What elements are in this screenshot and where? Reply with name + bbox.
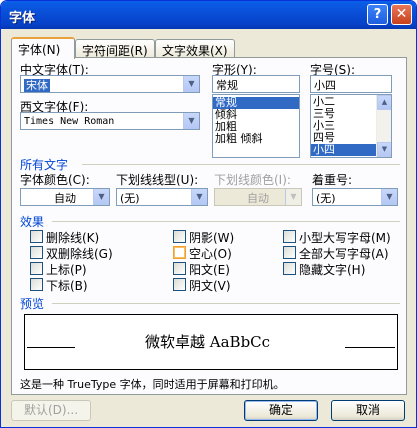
underline-style-label: 下划线线型(U): [116,173,199,187]
size-list-scrollbar[interactable]: ▲ ▼ [376,95,391,157]
font-color-value: 自动 [54,192,76,205]
chevron-down-icon[interactable]: ▼ [93,189,109,205]
size-input[interactable]: 小四 [310,75,392,93]
emphasis-value: (无) [316,192,336,205]
chevron-down-icon: ▼ [285,189,301,205]
shadow-label: 阴影(W) [189,231,235,245]
section-divider [52,221,400,222]
engrave-label: 阴文(V) [189,279,231,293]
style-input[interactable]: 常规 [212,75,300,93]
size-value: 小四 [314,79,336,92]
hidden-text-label: 隐藏文字(H) [299,263,366,277]
emphasis-combo[interactable]: (无) ▼ [312,188,398,206]
size-list[interactable]: 小二 三号 小三 四号 小四 ▲ ▼ [310,94,392,158]
tab-character-spacing[interactable]: 字符间距(R) [75,39,155,58]
all-caps-label: 全部大写字母(A) [299,247,389,261]
font-dialog: 字体 ? ✕ 字体(N) 字符间距(R) 文字效果(X) 中文字体(T): 宋体… [0,0,417,428]
outline-label: 空心(O) [189,247,232,261]
en-font-combo[interactable]: Times New Roman ▼ [20,112,200,130]
font-color-label: 字体颜色(C): [20,173,90,187]
all-caps-checkbox[interactable] [283,246,296,259]
ok-button[interactable]: 确定 [244,400,318,421]
preview-heading: 预览 [20,297,45,311]
engrave-checkbox[interactable] [173,278,186,291]
chevron-down-icon[interactable]: ▼ [191,189,207,205]
scroll-down-icon[interactable]: ▼ [377,142,391,157]
strikethrough-label: 删除线(K) [46,231,100,245]
double-strikethrough-label: 双删除线(G) [46,247,113,261]
style-option-bold-italic[interactable]: 加粗 倾斜 [213,133,299,145]
en-font-value: Times New Roman [24,116,115,127]
default-button: 默认(D)... [11,400,91,421]
style-list[interactable]: 常规 倾斜 加粗 加粗 倾斜 [212,94,300,158]
emboss-checkbox[interactable] [173,262,186,275]
underline-style-value: (无) [120,192,140,205]
title-bar[interactable]: 字体 ? ✕ [1,1,416,29]
strikethrough-checkbox[interactable] [30,230,43,243]
cn-font-combo[interactable]: 宋体 ▼ [20,75,200,93]
subscript-label: 下标(B) [46,279,88,293]
preview-line-left [27,347,75,348]
preview-line-right [345,347,395,348]
subscript-checkbox[interactable] [30,278,43,291]
chevron-down-icon[interactable]: ▼ [381,189,397,205]
small-caps-label: 小型大写字母(M) [299,231,391,245]
double-strikethrough-checkbox[interactable] [30,246,43,259]
outline-checkbox[interactable] [173,246,186,259]
cn-font-value: 宋体 [24,79,50,92]
small-caps-checkbox[interactable] [283,230,296,243]
preview-box: 微软卓越 AaBbCc [24,314,398,370]
preview-text: 微软卓越 AaBbCc [145,333,271,351]
window-title: 字体 [9,11,36,26]
emboss-label: 阳文(E) [189,263,230,277]
tab-font[interactable]: 字体(N) [11,37,75,59]
underline-style-combo[interactable]: (无) ▼ [116,188,208,206]
shadow-checkbox[interactable] [173,230,186,243]
close-button[interactable]: ✕ [391,4,412,25]
style-value: 常规 [216,79,238,92]
help-button[interactable]: ? [367,4,388,25]
section-divider [52,303,400,304]
underline-color-label: 下划线颜色(I): [214,173,291,187]
underline-color-value: 自动 [247,192,269,205]
hidden-text-checkbox[interactable] [283,262,296,275]
chevron-down-icon[interactable]: ▼ [183,76,199,92]
underline-color-combo: 自动 ▼ [214,188,302,206]
cancel-button[interactable]: 取消 [331,400,405,421]
superscript-label: 上标(P) [46,263,87,277]
chevron-down-icon[interactable]: ▼ [183,113,199,129]
section-divider [82,164,400,165]
scroll-up-icon[interactable]: ▲ [377,95,391,110]
effects-heading: 效果 [20,215,45,229]
font-type-note: 这是一种 TrueType 字体，同时适用于屏幕和打印机。 [20,378,285,391]
tab-text-effects[interactable]: 文字效果(X) [155,39,235,58]
font-color-combo[interactable]: 自动 ▼ [20,188,110,206]
emphasis-label: 着重号: [312,173,353,187]
font-tab-panel: 中文字体(T): 宋体 ▼ 字形(Y): 常规 常规 倾斜 加粗 加粗 倾斜 字… [11,57,407,395]
superscript-checkbox[interactable] [30,262,43,275]
